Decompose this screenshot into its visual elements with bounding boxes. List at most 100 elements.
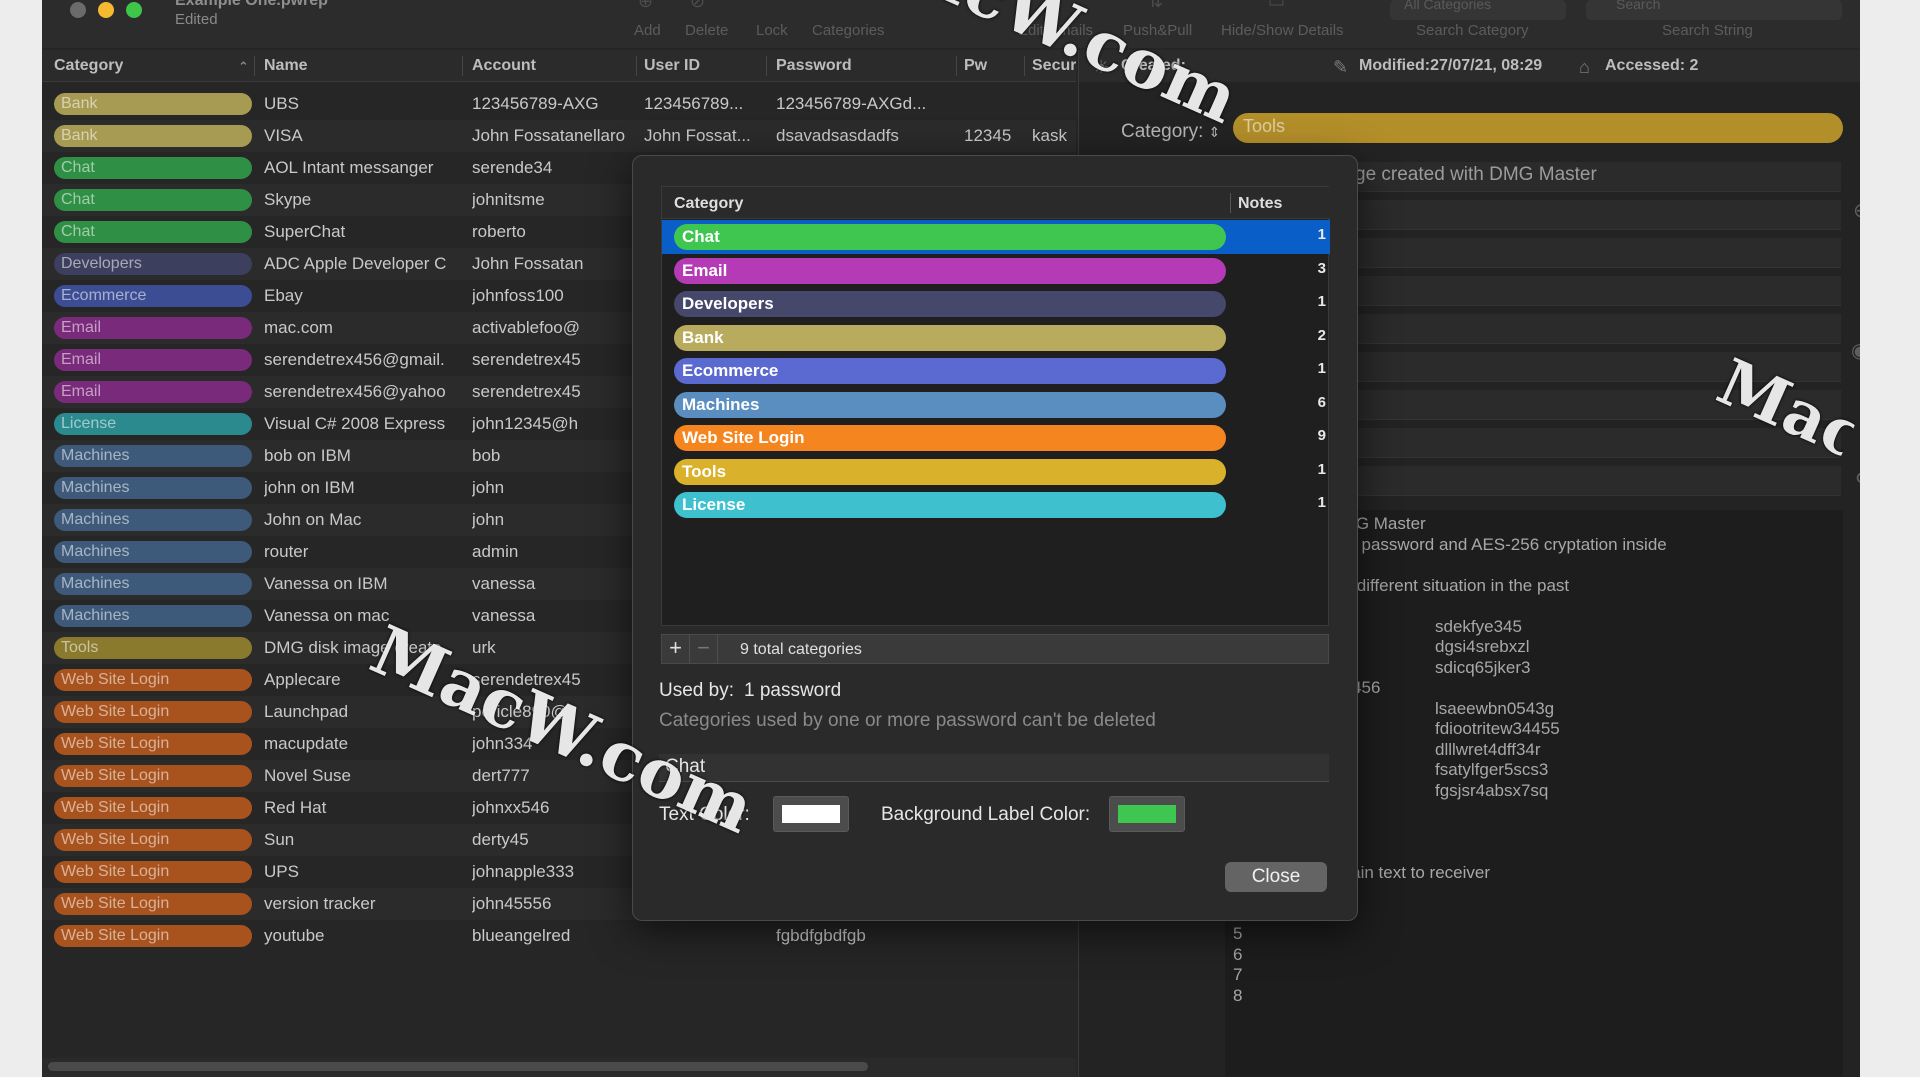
category-label-pill: Bank (54, 93, 252, 115)
name-cell: AOL Intant messanger (264, 158, 434, 177)
category-row-tools[interactable]: Tools 1 (662, 455, 1330, 489)
name-cell: serendetrex456@gmail. (264, 350, 445, 369)
column-header-notes[interactable]: Notes (1238, 195, 1282, 213)
category-label-pill: Chat (54, 189, 252, 211)
category-pill: Email (674, 257, 1226, 284)
search-input[interactable]: Search (1586, 0, 1842, 20)
category-count: 1 (1317, 293, 1326, 310)
category-row-ecommerce[interactable]: Ecommerce 1 (662, 354, 1330, 388)
account-cell: blueangelred (472, 926, 571, 945)
globe-icon[interactable]: ⊕ (1853, 198, 1860, 223)
name-cell: Red Hat (264, 798, 327, 817)
table-row[interactable]: Web Site Login youtube blueangelred fgbdfgb… (42, 920, 1076, 952)
used-by-row: Used by: 1 password (659, 680, 841, 702)
account-cell: vanessa (472, 574, 536, 593)
link-icon[interactable]: ⚲ (1855, 468, 1860, 493)
text-color-swatch (782, 805, 840, 823)
category-row-email[interactable]: Email 3 (662, 254, 1330, 288)
category-count: 6 (1317, 393, 1326, 411)
category-row-chat[interactable]: Chat 1 (662, 220, 1330, 254)
category-filter-popup[interactable]: All Categories (1390, 0, 1566, 20)
categories-list-header: Category Notes (662, 187, 1330, 219)
name-cell: youtube (264, 926, 325, 945)
account-cell: john45556 (472, 894, 552, 913)
toolbar-lock-button[interactable]: Lock (756, 22, 788, 39)
name-cell: Visual C# 2008 Express (264, 414, 446, 433)
account-cell: John Fossatanellaro (472, 126, 626, 145)
category-label-pill: Developers (54, 253, 252, 275)
category-row-machines[interactable]: Machines 6 (662, 388, 1330, 422)
eye-icon[interactable]: ◉ (1851, 338, 1860, 363)
toolbar-categories-button[interactable]: Categories (812, 22, 885, 39)
category-label-pill: Machines (54, 605, 252, 627)
column-header-pw[interactable]: Pw (964, 57, 1014, 75)
column-header-user-id[interactable]: User ID (644, 57, 700, 75)
category-row-bank[interactable]: Bank 2 (662, 321, 1330, 355)
column-header-name[interactable]: Name (264, 57, 308, 75)
column-header-category-name[interactable]: Category (674, 195, 743, 213)
accessed-icon: ⌂ (1579, 57, 1590, 77)
account-cell: activablefoo@ (472, 318, 580, 337)
scrollbar-thumb[interactable] (48, 1062, 868, 1071)
category-label-pill: Web Site Login (54, 893, 252, 915)
column-header-password[interactable]: Password (776, 57, 852, 75)
minimize-window-button[interactable] (98, 2, 114, 18)
name-cell: Novel Suse (264, 766, 351, 785)
account-cell: bob (472, 446, 501, 465)
column-header-category[interactable]: Category (54, 57, 123, 75)
text-color-well[interactable] (773, 796, 849, 832)
category-count: 1 (1317, 360, 1326, 377)
account-cell: john (472, 478, 505, 497)
name-cell: version tracker (264, 894, 376, 913)
notes-value: fgsjsr4absx7sq (1435, 780, 1549, 800)
zoom-window-button[interactable] (126, 2, 142, 18)
name-cell: serendetrex456@yahoo (264, 382, 446, 401)
category-pill: Developers (674, 291, 1226, 317)
category-label-pill: Email (54, 317, 252, 339)
toolbar-hide-show-details-button[interactable]: Hide/Show Details (1221, 22, 1344, 39)
category-row-web-site-login[interactable]: Web Site Login 9 (662, 421, 1330, 455)
account-cell: admin (472, 542, 519, 561)
account-cell: urk (472, 638, 496, 657)
name-cell: Skype (264, 190, 312, 209)
remove-category-button[interactable]: − (690, 635, 718, 663)
toolbar-add-button[interactable]: Add (634, 22, 661, 39)
notes-value: sdicq65jker3 (1435, 657, 1531, 677)
account-cell: johnapple333 (472, 862, 575, 881)
category-pill: Chat (674, 224, 1226, 250)
total-categories-label: 9 total categories (740, 641, 862, 658)
background-color-well[interactable] (1109, 796, 1185, 832)
used-by-label: Used by: (659, 680, 734, 701)
horizontal-scrollbar[interactable] (42, 1058, 1076, 1077)
name-field-value: ge created with DMG Master (1355, 164, 1597, 185)
category-count: 3 (1317, 259, 1326, 277)
category-popup[interactable]: Tools (1233, 113, 1843, 143)
category-label-pill: Machines (54, 573, 252, 595)
category-row-license[interactable]: License 1 (662, 488, 1330, 522)
search-placeholder: Search (1616, 0, 1661, 12)
accessed-label: Accessed: 2 (1605, 57, 1699, 74)
user-id-cell: John Fossat... (644, 126, 751, 145)
account-cell: John Fossatan (472, 254, 584, 273)
add-icon: ⊕ (638, 0, 654, 11)
table-row[interactable]: Bank UBS 123456789-AXG 123456789... 12345678… (42, 88, 1076, 120)
close-window-button[interactable] (70, 2, 86, 18)
category-label-pill: Machines (54, 509, 252, 531)
category-pill: Machines (674, 391, 1226, 418)
add-category-button[interactable]: + (662, 635, 690, 663)
category-filter-value: All Categories (1404, 0, 1492, 12)
account-cell: john (472, 510, 505, 529)
name-cell: John on Mac (264, 510, 362, 529)
notes-value: fdiootritew34455 (1435, 719, 1560, 738)
table-row[interactable]: Bank VISA John Fossatanellaro John Fossat..… (42, 120, 1076, 152)
column-header-account[interactable]: Account (472, 57, 536, 75)
category-count: 9 (1317, 427, 1326, 444)
category-label-pill: License (54, 413, 252, 435)
category-label-pill: Web Site Login (54, 733, 252, 755)
close-button[interactable]: Close (1225, 862, 1327, 892)
toolbar-delete-button[interactable]: Delete (685, 22, 728, 39)
category-row-developers[interactable]: Developers 1 (662, 287, 1330, 321)
sort-ascending-icon: ⌃ (238, 59, 249, 74)
categories-rows: Chat 1 Email 3 Developers 1 Bank 2 Ecommerce 1 Mac… (662, 220, 1330, 522)
name-cell: mac.com (264, 318, 333, 337)
